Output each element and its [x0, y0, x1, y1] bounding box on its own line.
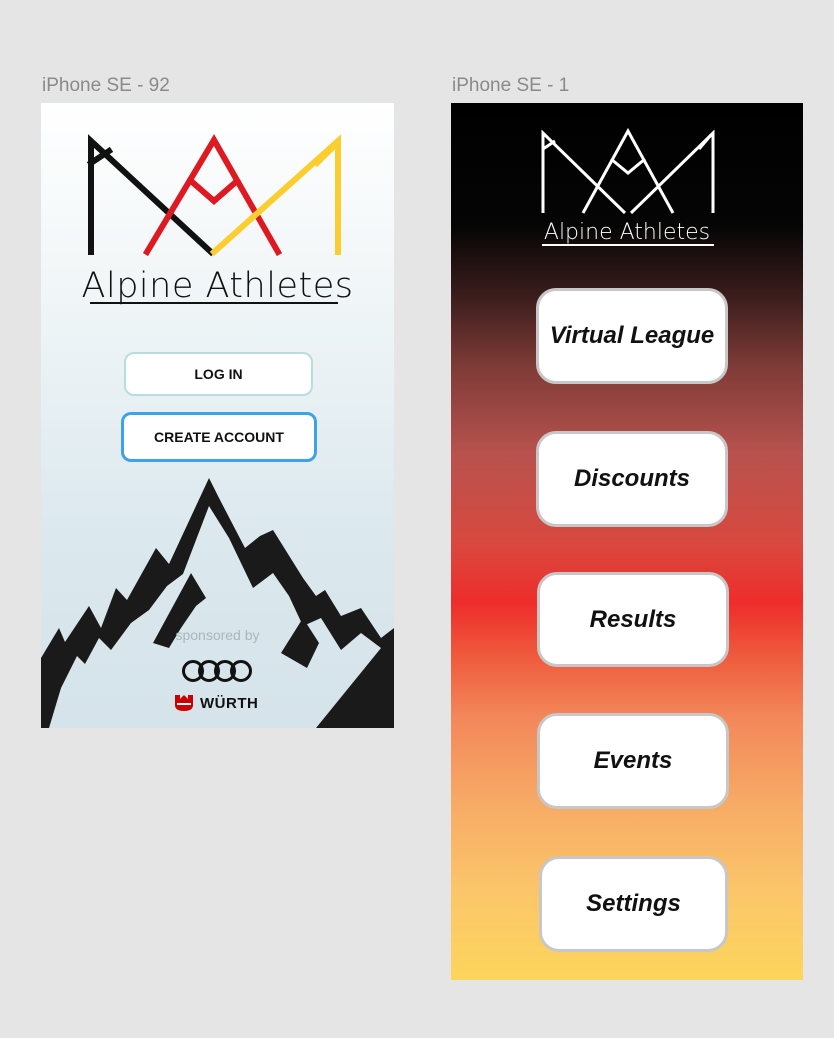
frame-label-login: iPhone SE - 92 [42, 75, 170, 96]
brand-underline [90, 302, 338, 304]
frame-label-menu: iPhone SE - 1 [452, 75, 570, 96]
wurth-mark-icon [175, 695, 193, 711]
discounts-button[interactable]: Discounts [536, 431, 728, 527]
audi-rings-icon [182, 660, 252, 682]
mountains-icon [41, 478, 394, 728]
events-button[interactable]: Events [537, 713, 729, 809]
log-in-button[interactable]: LOG IN [124, 352, 313, 396]
wurth-wordmark: WÜRTH [200, 694, 259, 712]
menu-screen: Alpine Athletes Virtual League Discounts… [451, 103, 803, 980]
wurth-logo: WÜRTH [174, 694, 258, 712]
login-screen: Alpine Athletes LOG IN CREATE ACCOUNT sp… [41, 103, 394, 728]
brand-underline [542, 244, 714, 246]
brand-title: Alpine Athletes [81, 266, 354, 306]
crown-logo-icon [541, 127, 715, 215]
virtual-league-button[interactable]: Virtual League [536, 288, 728, 384]
sponsored-by-label: sponsored by [175, 627, 260, 643]
brand-title: Alpine Athletes [543, 220, 711, 245]
create-account-button[interactable]: CREATE ACCOUNT [121, 412, 317, 462]
results-button[interactable]: Results [537, 572, 729, 667]
settings-button[interactable]: Settings [539, 856, 728, 952]
